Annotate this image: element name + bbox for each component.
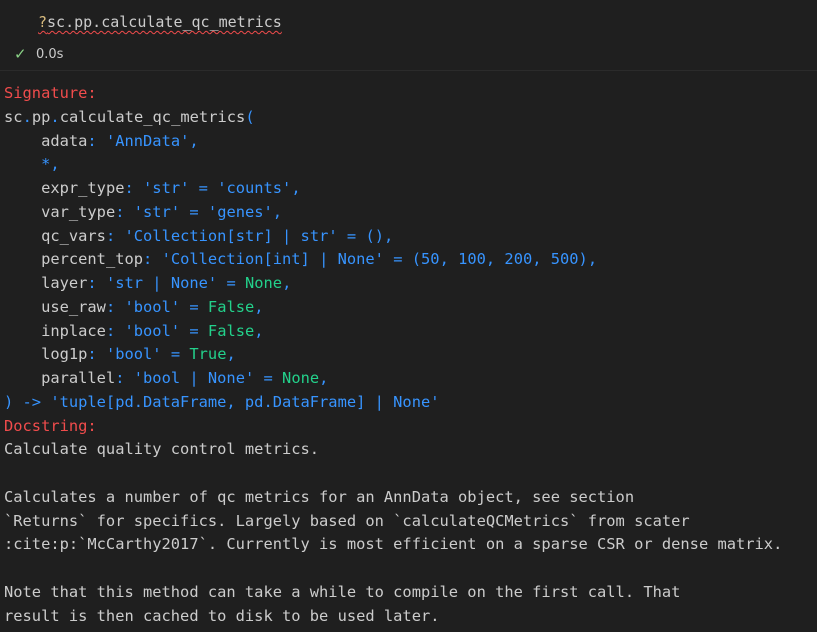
param-eq: = xyxy=(180,202,208,221)
parameter-line: layer: 'str | None' = None, xyxy=(4,274,291,292)
param-eq: = xyxy=(383,250,412,269)
param-eq: = xyxy=(189,179,218,197)
parameter-line: *, xyxy=(4,155,60,173)
param-type: 'Collection[int] | None' xyxy=(161,250,384,269)
param-colon: : xyxy=(105,321,125,340)
param-name: expr_type xyxy=(41,179,125,197)
parameter-line: percent_top: 'Collection[int] | None' = … xyxy=(4,250,597,268)
param-type: 'bool | None' xyxy=(133,369,255,387)
docstring-body: Calculate quality control metrics. Calcu… xyxy=(4,440,783,625)
return-line: ) -> 'tuple[pd.DataFrame, pd.DataFrame] … xyxy=(4,392,440,411)
param-eq: = xyxy=(180,297,208,316)
help-operator: ? xyxy=(38,13,48,31)
param-comma: , xyxy=(291,179,301,197)
param-type: 'bool' xyxy=(124,321,181,340)
param-type: 'str' xyxy=(133,202,181,221)
param-name: qc_vars xyxy=(41,226,106,245)
parameter-line: expr_type: 'str' = 'counts', xyxy=(4,179,301,197)
param-type: 'bool' xyxy=(105,345,162,364)
param-comma: , xyxy=(226,345,236,364)
code-line[interactable]: ?sc.pp.calculate_qc_metrics xyxy=(38,13,282,31)
parameter-line: adata: 'AnnData', xyxy=(4,132,199,150)
param-type: 'str | None' xyxy=(105,274,218,292)
param-default: None xyxy=(282,369,320,387)
help-output: Signature: sc.pp.calculate_qc_metrics( a… xyxy=(4,82,782,628)
cell-output: Signature: sc.pp.calculate_qc_metrics( a… xyxy=(0,72,817,632)
parameter-line: var_type: 'str' = 'genes', xyxy=(4,203,282,221)
param-eq: = xyxy=(254,369,283,387)
param-eq: = xyxy=(217,274,245,292)
param-name: adata xyxy=(41,131,88,150)
param-default: True xyxy=(189,345,227,364)
param-colon: : xyxy=(87,131,106,150)
param-colon: : xyxy=(143,250,162,269)
parameter-line: log1p: 'bool' = True, xyxy=(4,345,236,363)
param-type: 'AnnData' xyxy=(105,131,190,150)
param-name: var_type xyxy=(41,202,116,221)
param-comma: , xyxy=(254,321,264,340)
param-eq: = xyxy=(180,321,208,340)
param-type: 'Collection[str] | str' xyxy=(124,226,338,245)
param-default: False xyxy=(207,321,255,340)
param-name: parallel xyxy=(41,369,116,387)
parameter-line: qc_vars: 'Collection[str] | str' = (), xyxy=(4,227,393,245)
docstring-header: Docstring: xyxy=(4,416,97,435)
signature-header: Signature: xyxy=(4,84,97,102)
param-type: 'str' xyxy=(143,179,190,197)
param-name: use_raw xyxy=(41,297,106,316)
param-default: () xyxy=(365,226,384,245)
param-eq: = xyxy=(161,345,190,364)
code-text: sc.pp.calculate_qc_metrics xyxy=(47,13,282,31)
param-default: (50, 100, 200, 500) xyxy=(411,250,588,269)
check-icon: ✓ xyxy=(14,45,27,63)
param-default: False xyxy=(207,297,255,316)
parameter-line: inplace: 'bool' = False, xyxy=(4,321,264,340)
param-comma: , xyxy=(189,131,199,150)
function-name: sc.pp.calculate_qc_metrics( xyxy=(4,107,255,126)
param-comma: , xyxy=(254,297,264,316)
param-name: *, xyxy=(41,155,60,174)
param-colon: : xyxy=(115,369,134,387)
param-comma: , xyxy=(383,226,394,245)
param-name: log1p xyxy=(41,345,88,364)
param-comma: , xyxy=(587,250,598,269)
param-name: inplace xyxy=(41,321,106,340)
param-default: 'genes' xyxy=(207,202,273,221)
param-name: layer xyxy=(41,274,88,292)
param-type: 'bool' xyxy=(124,297,181,316)
param-comma: , xyxy=(272,202,283,221)
param-default: 'counts' xyxy=(217,179,292,197)
param-comma: , xyxy=(319,369,329,387)
execution-time: 0.0s xyxy=(36,46,64,62)
parameter-line: parallel: 'bool | None' = None, xyxy=(4,369,328,387)
param-colon: : xyxy=(115,202,134,221)
param-colon: : xyxy=(105,226,125,245)
param-comma: , xyxy=(282,274,292,292)
param-colon: : xyxy=(124,179,144,197)
execution-status: ✓ 0.0s xyxy=(14,45,63,63)
param-name: percent_top xyxy=(41,250,144,269)
parameter-list: adata: 'AnnData', *, expr_type: 'str' = … xyxy=(4,132,597,388)
param-colon: : xyxy=(87,345,106,364)
param-eq: = xyxy=(337,226,366,245)
param-colon: : xyxy=(105,297,125,316)
parameter-line: use_raw: 'bool' = False, xyxy=(4,297,264,316)
param-colon: : xyxy=(87,274,106,292)
code-cell-input[interactable]: ?sc.pp.calculate_qc_metrics ✓ 0.0s xyxy=(0,0,817,71)
param-default: None xyxy=(244,274,283,292)
